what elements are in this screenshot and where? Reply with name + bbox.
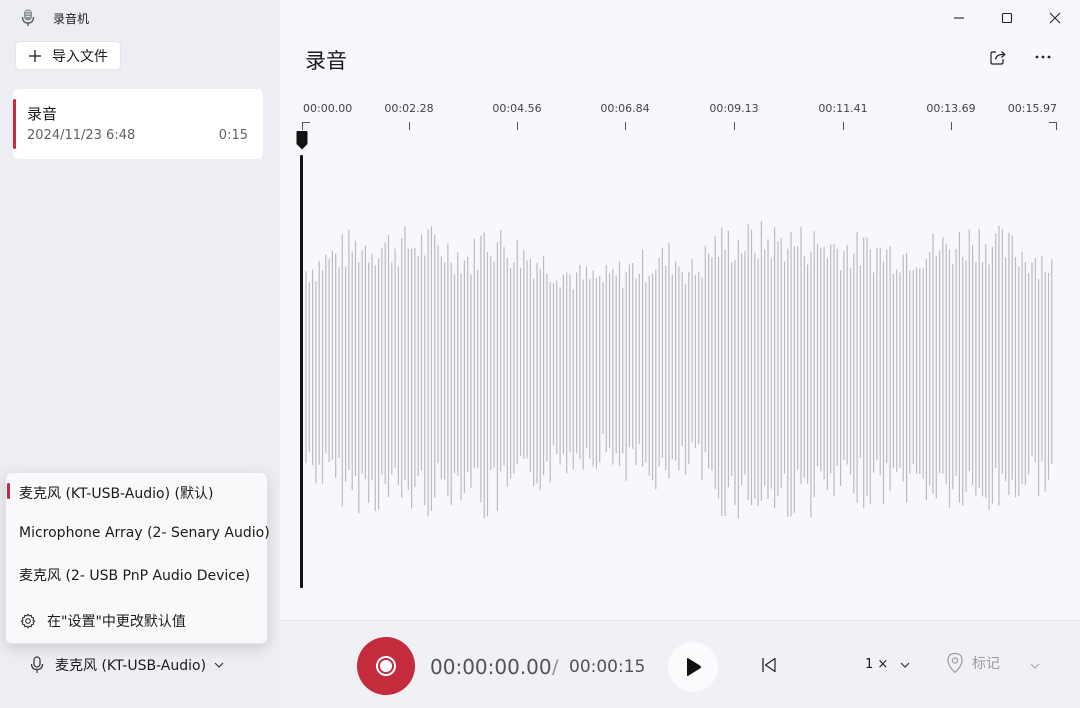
sidebar: 录音机 导入文件 录音 2024/11/23 6:48 0:15 麦克风 (KT… (0, 0, 280, 708)
import-file-label: 导入文件 (52, 48, 108, 65)
timeline-label: 00:09.13 (709, 102, 759, 115)
menu-item-label: 麦克风 (KT-USB-Audio) (默认) (19, 486, 214, 502)
timeline-tick (517, 122, 518, 130)
share-icon (990, 51, 1006, 65)
total-time: 00:00:15 (569, 657, 646, 677)
timeline-tick (951, 122, 952, 130)
recording-list-item[interactable]: 录音 2024/11/23 6:48 0:15 (13, 89, 263, 159)
plus-icon (29, 49, 41, 62)
location-pin-icon (947, 652, 963, 674)
timeline-label: 00:15.97 (1007, 102, 1057, 115)
page-title: 录音 (305, 49, 347, 73)
menu-item-mic-array[interactable]: Microphone Array (2- Senary Audio) (6, 513, 270, 553)
title-bar: 录音机 (0, 0, 280, 36)
record-dot-icon (380, 660, 392, 672)
selection-indicator (13, 99, 16, 149)
timeline-tick (734, 122, 735, 130)
timeline-label: 00:06.84 (600, 102, 650, 115)
marker-dropdown-chevron-icon[interactable] (1030, 663, 1040, 669)
menu-item-settings[interactable]: 在"设置"中更改默认值 (6, 601, 269, 641)
end-bracket-icon (1049, 122, 1057, 130)
selected-indicator (7, 483, 10, 499)
add-marker-button[interactable]: 标记 (946, 652, 1000, 674)
record-button[interactable] (357, 637, 415, 695)
close-button[interactable] (1032, 6, 1078, 30)
timeline-label: 00:04.56 (492, 102, 542, 115)
chevron-down-icon (214, 662, 224, 668)
gear-icon (20, 613, 36, 629)
recording-name: 录音 (27, 105, 58, 123)
recording-date: 2024/11/23 6:48 (27, 128, 136, 143)
playback-speed-label: 1 × (865, 657, 889, 672)
timeline-label: 00:11.41 (818, 102, 868, 115)
play-button[interactable] (668, 642, 718, 692)
menu-item-mic-usb-pnp[interactable]: 麦克风 (2- USB PnP Audio Device) (6, 555, 269, 595)
current-microphone-label: 麦克风 (KT-USB-Audio) (55, 658, 207, 674)
playback-bar: 00:00:00.00 / 00:00:15 1 × 标记 (280, 620, 1080, 708)
skip-back-icon (762, 657, 776, 673)
recording-duration: 0:15 (218, 128, 248, 143)
timeline-ruler[interactable]: 00:00.00 00:02.28 00:04.56 00:06.84 00:0… (280, 96, 1080, 136)
menu-item-label: 麦克风 (2- USB PnP Audio Device) (19, 568, 251, 584)
chevron-down-icon (900, 662, 910, 668)
share-button[interactable] (987, 46, 1009, 68)
maximize-icon (1001, 12, 1013, 24)
microphone-icon (30, 656, 44, 673)
skip-to-start-button[interactable] (758, 655, 780, 675)
microphone-menu: 麦克风 (KT-USB-Audio) (默认) Microphone Array… (5, 472, 270, 644)
voice-recorder-window: 录音机 导入文件 录音 2024/11/23 6:48 0:15 麦克风 (KT… (0, 0, 1080, 708)
main-pane: 录音 00:00.00 00:02.28 00:04.56 00:06.84 0… (280, 0, 1080, 708)
timeline-label: 00:02.28 (384, 102, 434, 115)
minimize-button[interactable] (936, 6, 982, 30)
timeline-label: 00:00.00 (303, 102, 353, 115)
maximize-button[interactable] (984, 6, 1030, 30)
minimize-icon (954, 17, 964, 19)
more-icon (1035, 55, 1051, 59)
current-time: 00:00:00.00 (430, 655, 552, 679)
close-icon (1049, 12, 1061, 24)
menu-item-mic-kt-usb[interactable]: 麦克风 (KT-USB-Audio) (默认) (6, 473, 269, 513)
play-icon (687, 657, 701, 677)
menu-item-label: Microphone Array (2- Senary Audio) (19, 525, 270, 541)
time-separator: / (552, 656, 559, 678)
timeline-tick (625, 122, 626, 130)
timeline-tick (843, 122, 844, 130)
menu-item-label: 在"设置"中更改默认值 (47, 614, 186, 630)
start-bracket-icon (302, 122, 310, 130)
playhead-line (300, 155, 303, 588)
playhead-handle[interactable] (296, 131, 308, 150)
timeline-tick (409, 122, 410, 130)
waveform[interactable] (280, 150, 1080, 600)
microphone-selector[interactable]: 麦克风 (KT-USB-Audio) (30, 652, 224, 678)
playback-speed-selector[interactable]: 1 × (865, 657, 910, 672)
marker-label: 标记 (972, 656, 1000, 672)
import-file-button[interactable]: 导入文件 (15, 41, 121, 70)
app-title: 录音机 (53, 12, 90, 26)
microphone-app-icon (21, 9, 35, 26)
more-options-button[interactable] (1032, 46, 1054, 68)
timeline-label: 00:13.69 (926, 102, 976, 115)
